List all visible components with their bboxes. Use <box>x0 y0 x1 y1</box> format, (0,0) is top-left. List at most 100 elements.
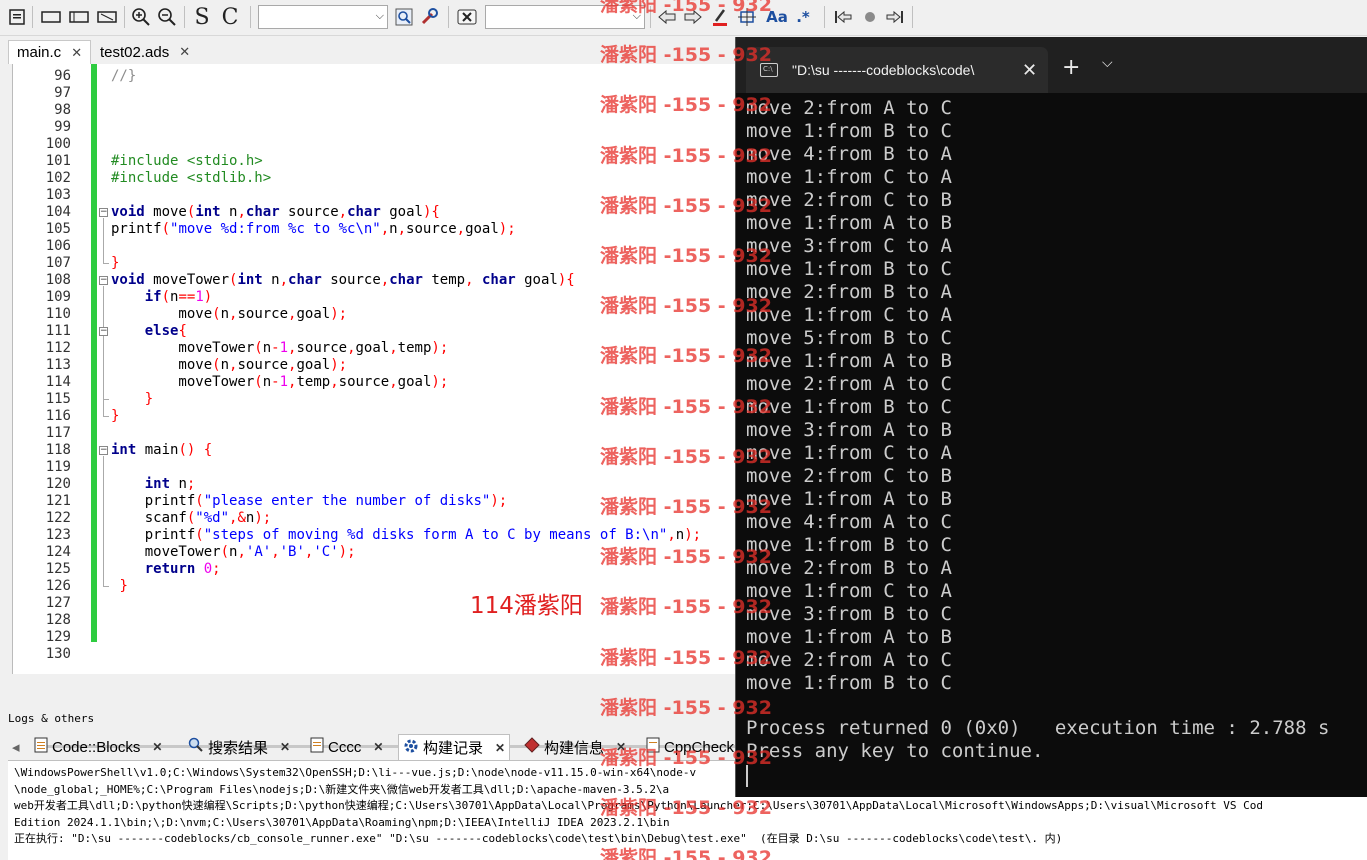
breakpoint-icon[interactable] <box>860 5 880 29</box>
terminal-tabbar: C:\ "D:\su -------codeblocks\code\ ✕ + ⌵ <box>736 37 1367 93</box>
terminal-line: move 2:from A to C <box>746 97 952 119</box>
code-line: } <box>111 255 120 271</box>
line-number: 120 <box>45 476 71 492</box>
plus-icon[interactable]: + <box>1062 55 1080 80</box>
line-number: 113 <box>45 357 71 373</box>
step-back-icon[interactable] <box>832 5 854 29</box>
log-tab-label: 构建记录 <box>423 740 484 757</box>
line-number: 122 <box>45 510 71 526</box>
terminal-line: move 4:from A to C <box>746 511 952 533</box>
log-tab-label: Code::Blocks <box>52 738 141 756</box>
watermark-text: 潘紫阳 -155 - 932 <box>600 596 772 619</box>
find-icon[interactable] <box>394 5 414 29</box>
code-line: } <box>111 408 120 424</box>
terminal-line: move 1:from B to C <box>746 396 952 418</box>
terminal-tab[interactable]: C:\ "D:\su -------codeblocks\code\ ✕ <box>746 47 1048 93</box>
line-number: 103 <box>45 187 71 203</box>
code-line: moveTower(n-1,source,goal,temp); <box>111 340 449 356</box>
fold-end <box>103 586 109 587</box>
terminal-line: move 2:from B to A <box>746 281 952 303</box>
select-rect-icon[interactable] <box>38 5 64 29</box>
search-icon <box>188 737 204 757</box>
close-icon[interactable]: ✕ <box>1022 60 1037 81</box>
log-line: \node_global;_HOME%;C:\Program Files\nod… <box>14 782 670 796</box>
close-icon[interactable]: ✕ <box>373 740 383 754</box>
clear-icon[interactable] <box>456 5 478 29</box>
window-icon[interactable] <box>6 5 28 29</box>
s-style-icon[interactable]: S <box>190 5 214 30</box>
line-number: 124 <box>45 544 71 560</box>
log-tab-label: 构建信息 <box>544 739 605 757</box>
close-icon[interactable]: ✕ <box>495 741 505 755</box>
select-column-icon[interactable] <box>94 5 120 29</box>
c-style-icon[interactable]: C <box>218 5 242 30</box>
watermark-text: 潘紫阳 -155 - 932 <box>600 445 772 468</box>
line-number: 117 <box>45 425 71 441</box>
terminal-line: move 3:from C to A <box>746 235 952 257</box>
log-tab-search-results[interactable]: 搜索结果 ✕ <box>184 734 294 760</box>
watermark-text: 潘紫阳 -155 - 932 <box>600 747 772 769</box>
zoom-in-icon[interactable] <box>130 5 152 29</box>
select-block-icon[interactable] <box>66 5 92 29</box>
tabs-scroll-left-icon[interactable]: ◂ <box>8 734 30 760</box>
line-number: 126 <box>45 578 71 594</box>
line-number: 125 <box>45 561 71 577</box>
tab-main-c[interactable]: main.c ✕ <box>8 40 92 64</box>
tab-test02-ads[interactable]: test02.ads ✕ <box>92 40 198 64</box>
terminal-line: move 1:from B to C <box>746 672 952 694</box>
fold-guide <box>103 337 104 399</box>
line-number: 111 <box>45 323 71 339</box>
desktop: S C ⌵ ⌵ Aa .* main.c ✕ test02.ads ✕ 96 9… <box>0 0 1367 860</box>
process-status-line: Process returned 0 (0x0) execution time … <box>746 717 1330 739</box>
watermark-text: 潘紫阳 -155 - 932 <box>600 797 772 820</box>
fold-guide <box>103 456 104 586</box>
wrench-icon[interactable] <box>418 5 440 29</box>
watermark-text: 潘紫阳 -155 - 932 <box>600 847 772 860</box>
watermark-text: 潘紫阳 -155 - 932 <box>600 345 772 368</box>
terminal-line: move 4:from B to A <box>746 143 952 165</box>
log-tab-cccc[interactable]: Cccc ✕ <box>306 734 387 760</box>
code-line: int n; <box>144 476 196 492</box>
code-line: void move(int n,char source,char goal){ <box>111 204 440 220</box>
scope-dropdown[interactable]: ⌵ <box>258 5 388 29</box>
code-line: if(n==1) <box>144 289 213 305</box>
line-number: 104 <box>45 204 71 220</box>
watermark-text: 潘紫阳 -155 - 932 <box>600 646 772 669</box>
diamond-icon <box>524 737 540 757</box>
code-line: #include <stdlib.h> <box>111 170 272 186</box>
terminal-line: move 1:from C to A <box>746 166 952 188</box>
terminal-line: move 2:from B to A <box>746 557 952 579</box>
code-line: void moveTower(int n,char source,char te… <box>111 272 575 288</box>
fold-toggle-icon[interactable]: − <box>99 446 108 455</box>
close-icon[interactable]: ✕ <box>152 740 162 754</box>
regex-icon[interactable]: .* <box>792 5 814 29</box>
code-line: printf("move %d:from %c to %c\n",n,sourc… <box>111 221 516 237</box>
line-number: 119 <box>45 459 71 475</box>
close-icon[interactable]: ✕ <box>179 44 190 60</box>
code-line: printf("please enter the number of disks… <box>111 493 508 509</box>
step-forward-icon[interactable] <box>884 5 906 29</box>
code-line: } <box>144 391 154 407</box>
close-icon[interactable]: ✕ <box>71 45 82 61</box>
signature-watermark: 114潘紫阳 <box>470 593 583 619</box>
close-icon[interactable]: ✕ <box>280 740 290 754</box>
terminal-window[interactable]: C:\ "D:\su -------codeblocks\code\ ✕ + ⌵… <box>735 37 1367 797</box>
fold-toggle-icon[interactable]: − <box>99 208 108 217</box>
fold-toggle-icon[interactable]: − <box>99 327 108 336</box>
fold-end <box>103 399 109 400</box>
terminal-line: move 2:from C to B <box>746 189 952 211</box>
tab-label: test02.ads <box>100 43 170 61</box>
terminal-line: move 1:from B to C <box>746 120 952 142</box>
logs-panel-title: Logs & others <box>8 712 95 725</box>
fold-toggle-icon[interactable]: − <box>99 276 108 285</box>
log-tab-build-log[interactable]: 构建记录 ✕ <box>398 734 511 760</box>
watermark-text: 潘紫阳 -155 - 932 <box>600 94 772 117</box>
watermark-text: 潘紫阳 -155 - 932 <box>600 496 772 518</box>
code-line: int main() { <box>111 442 213 458</box>
zoom-out-icon[interactable] <box>156 5 178 29</box>
terminal-line: move 2:from C to B <box>746 465 952 487</box>
chevron-down-icon[interactable]: ⌵ <box>1102 55 1113 71</box>
terminal-line: move 3:from A to B <box>746 419 952 441</box>
log-tab-codeblocks[interactable]: Code::Blocks ✕ <box>30 734 166 760</box>
line-number: 116 <box>45 408 71 424</box>
